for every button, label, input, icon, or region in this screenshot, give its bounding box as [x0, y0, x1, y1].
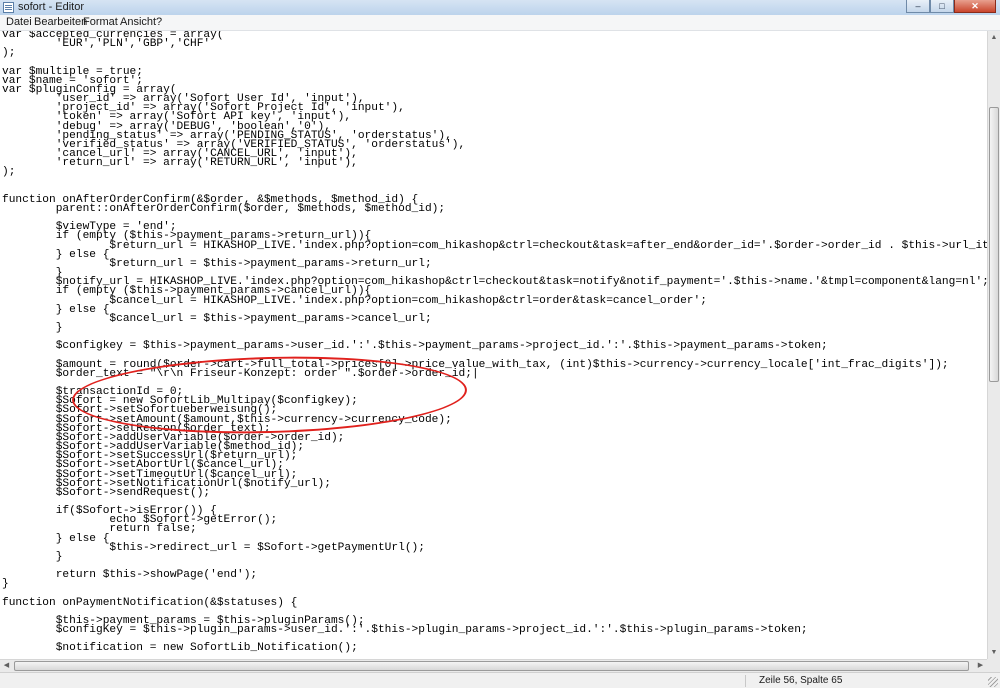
scroll-down-arrow-icon[interactable]: ▼ — [988, 646, 1000, 659]
menu-bearbeiten[interactable]: Bearbeiten — [34, 16, 87, 29]
menu-format[interactable]: Format — [83, 16, 118, 29]
menu-bar: Datei Bearbeiten Format Ansicht ? — [0, 15, 1000, 31]
horizontal-scroll-thumb[interactable] — [14, 661, 969, 671]
menu-datei[interactable]: Datei — [6, 16, 32, 29]
vertical-scroll-thumb[interactable] — [989, 107, 999, 382]
maximize-button[interactable]: □ — [930, 0, 954, 13]
cursor-position: Zeile 56, Spalte 65 — [759, 675, 843, 686]
code-text[interactable]: var $accepted_currencies = array( 'EUR',… — [0, 31, 987, 654]
scroll-right-arrow-icon[interactable]: ▶ — [974, 660, 987, 672]
window-title: sofort - Editor — [18, 1, 85, 13]
menu-ansicht[interactable]: Ansicht — [120, 16, 156, 29]
close-button[interactable]: ✕ — [954, 0, 996, 13]
vertical-scrollbar[interactable]: ▲ ▼ — [987, 31, 1000, 659]
status-bar: Zeile 56, Spalte 65 — [0, 672, 1000, 688]
resize-grip-icon[interactable] — [988, 677, 998, 687]
minimize-button[interactable]: – — [906, 0, 930, 13]
title-bar: sofort - Editor – □ ✕ — [0, 0, 1000, 16]
horizontal-scrollbar[interactable]: ◀ ▶ — [0, 659, 987, 672]
scroll-left-arrow-icon[interactable]: ◀ — [0, 660, 13, 672]
window-controls: – □ ✕ — [906, 0, 996, 14]
status-divider — [745, 675, 746, 687]
notepad-icon — [3, 2, 14, 13]
menu-help[interactable]: ? — [156, 16, 162, 29]
scroll-up-arrow-icon[interactable]: ▲ — [988, 31, 1000, 44]
scrollbar-corner — [987, 659, 1000, 672]
text-editor-area[interactable]: var $accepted_currencies = array( 'EUR',… — [0, 31, 987, 659]
